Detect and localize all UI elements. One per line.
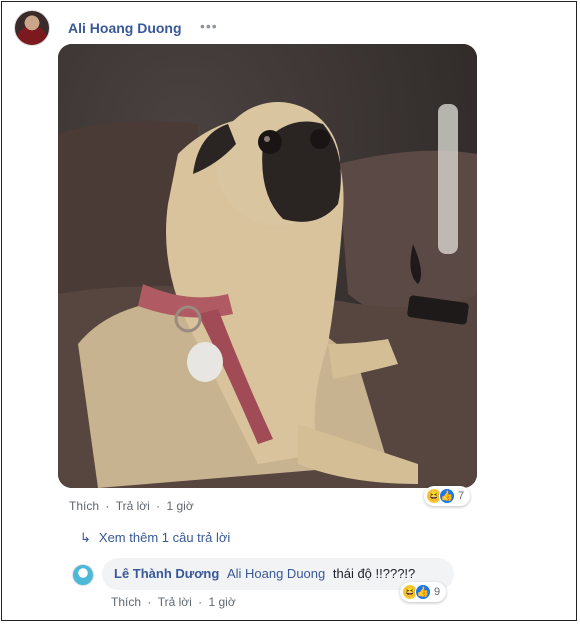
separator: · [156, 499, 161, 513]
reply-author-avatar[interactable] [72, 564, 94, 586]
reply-author-name[interactable]: Lê Thành Dương [114, 566, 219, 581]
separator: · [198, 595, 203, 609]
separator: · [147, 595, 152, 609]
mention-tag[interactable]: Ali Hoang Duong [227, 566, 325, 581]
like-link[interactable]: Thích [111, 595, 141, 609]
reaction-count: 7 [458, 490, 465, 502]
author-name[interactable]: Ali Hoang Duong [68, 20, 182, 36]
more-options-icon[interactable]: ••• [200, 18, 218, 34]
view-more-label: Xem thêm 1 câu trả lời [98, 530, 231, 545]
reaction-count: 9 [434, 586, 441, 598]
separator: · [105, 499, 110, 513]
reply-link[interactable]: Trả lời [116, 499, 150, 513]
like-icon: 👍 [415, 584, 431, 600]
reply-arrow-icon: ↳ [80, 530, 91, 545]
author-avatar[interactable] [14, 10, 50, 46]
comment-actions: Thích · Trả lời · 1 giờ [69, 499, 194, 513]
reply-link[interactable]: Trả lời [158, 595, 192, 609]
reply-actions: Thích · Trả lời · 1 giờ [111, 595, 236, 609]
pug-image [58, 44, 477, 488]
reply-text: thái độ !!???!? [332, 566, 416, 581]
timestamp[interactable]: 1 giờ [208, 595, 235, 609]
reply-reactions[interactable]: 😆 👍 9 [400, 582, 447, 602]
comment-reactions[interactable]: 😆 👍 7 [424, 486, 471, 506]
like-icon: 👍 [439, 488, 455, 504]
comment-photo[interactable] [58, 44, 477, 488]
like-link[interactable]: Thích [69, 499, 99, 513]
view-more-replies[interactable]: ↳ Xem thêm 1 câu trả lời [80, 530, 230, 546]
timestamp[interactable]: 1 giờ [166, 499, 193, 513]
